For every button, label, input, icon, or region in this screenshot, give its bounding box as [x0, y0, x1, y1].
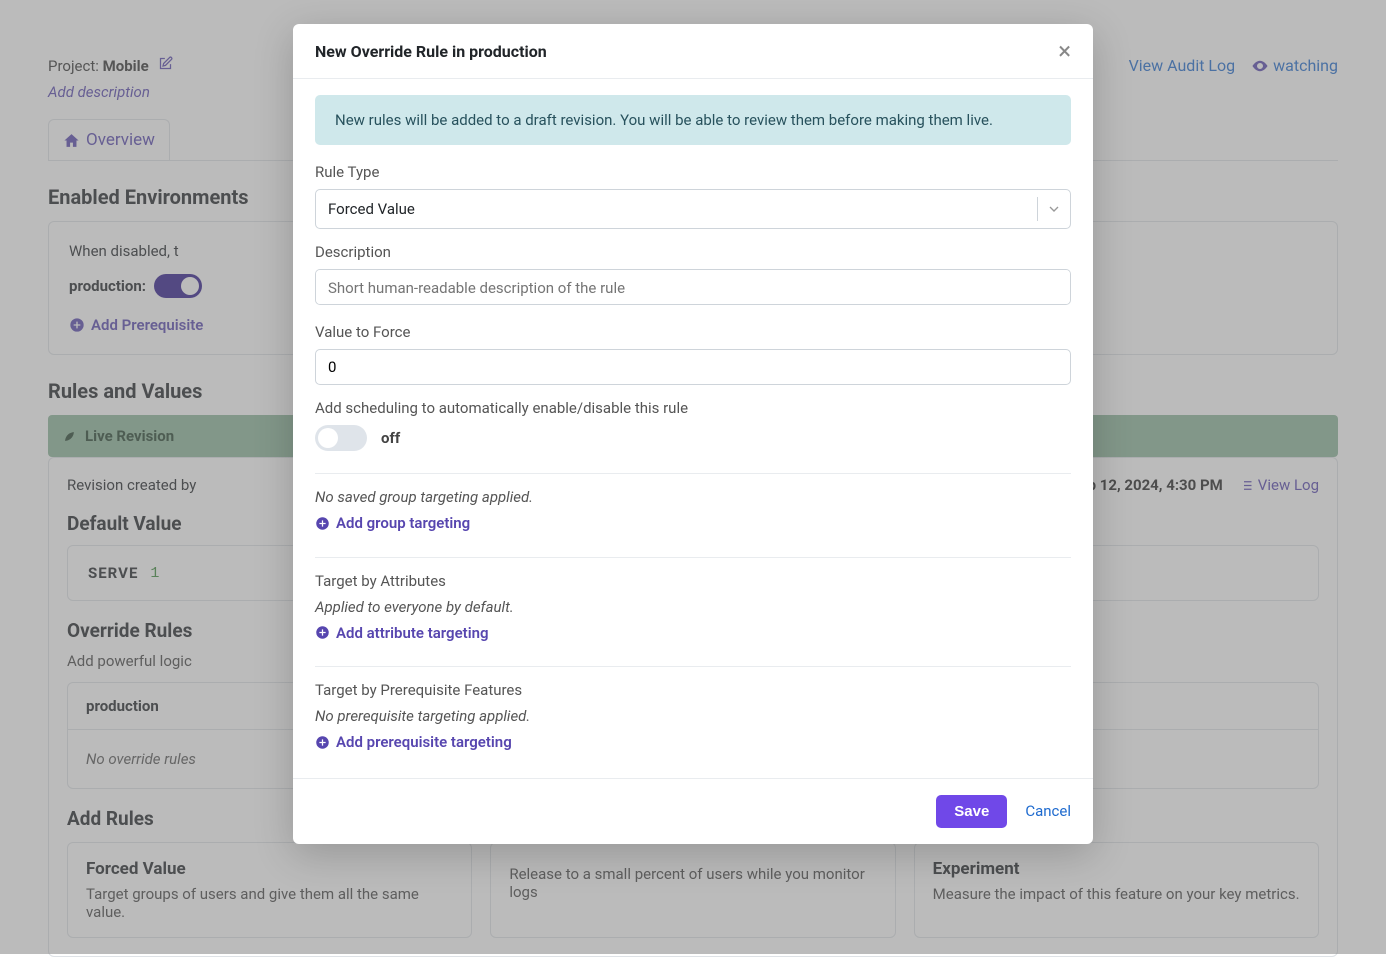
close-icon[interactable]: × — [1058, 39, 1071, 63]
modal-title: New Override Rule in production — [315, 42, 547, 61]
modal-overlay: New Override Rule in production × New ru… — [0, 0, 1386, 954]
target-prereq-label: Target by Prerequisite Features — [315, 681, 1071, 699]
draft-info-alert: New rules will be added to a draft revis… — [315, 95, 1071, 145]
plus-circle-icon — [315, 735, 330, 750]
target-prereq-none: No prerequisite targeting applied. — [315, 707, 1071, 725]
plus-circle-icon — [315, 625, 330, 640]
group-targeting-none: No saved group targeting applied. — [315, 488, 1071, 506]
add-group-targeting-link[interactable]: Add group targeting — [315, 514, 470, 532]
page-background: Project: Mobile View Audit Log watching … — [0, 0, 1386, 954]
add-prerequisite-targeting-link[interactable]: Add prerequisite targeting — [315, 733, 512, 751]
target-attributes-label: Target by Attributes — [315, 572, 1071, 590]
modal-body: New rules will be added to a draft revis… — [293, 79, 1093, 778]
add-attribute-targeting-link[interactable]: Add attribute targeting — [315, 624, 489, 642]
add-prerequisite-targeting-label: Add prerequisite targeting — [336, 733, 512, 751]
description-label: Description — [315, 243, 1071, 261]
plus-circle-icon — [315, 516, 330, 531]
rule-type-label: Rule Type — [315, 163, 1071, 181]
cancel-button[interactable]: Cancel — [1025, 802, 1071, 820]
scheduling-label: Add scheduling to automatically enable/d… — [315, 399, 1071, 417]
add-group-targeting-label: Add group targeting — [336, 514, 470, 532]
add-attribute-targeting-label: Add attribute targeting — [336, 624, 489, 642]
value-to-force-label: Value to Force — [315, 323, 1071, 341]
modal-header: New Override Rule in production × — [293, 24, 1093, 79]
description-input[interactable] — [315, 269, 1071, 305]
rule-type-select[interactable]: Forced Value — [315, 189, 1071, 229]
save-button[interactable]: Save — [936, 795, 1007, 828]
scheduling-toggle[interactable] — [315, 425, 367, 451]
target-attributes-default: Applied to everyone by default. — [315, 598, 1071, 616]
chevron-down-icon — [1046, 201, 1062, 217]
new-override-rule-modal: New Override Rule in production × New ru… — [293, 24, 1093, 844]
rule-type-value: Forced Value — [328, 200, 415, 218]
scheduling-state-label: off — [381, 429, 400, 447]
modal-footer: Save Cancel — [293, 778, 1093, 844]
value-to-force-input[interactable] — [315, 349, 1071, 385]
